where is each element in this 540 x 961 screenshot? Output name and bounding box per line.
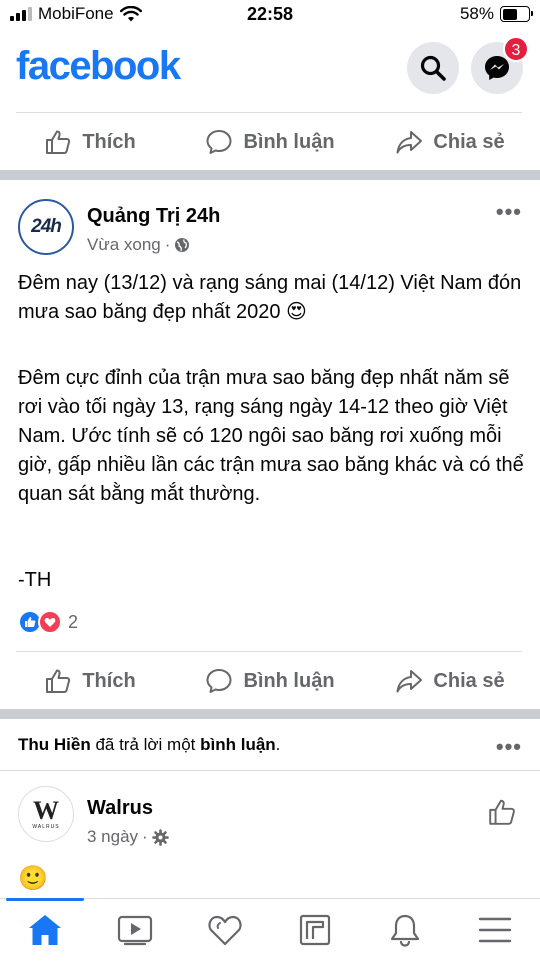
thumbs-up-icon [46,130,71,154]
video-icon [117,915,153,946]
share-icon [396,670,423,693]
bottom-tab-bar [0,898,540,961]
like-button[interactable]: Thích [0,653,180,709]
search-button[interactable] [407,42,459,94]
activity-notice[interactable]: Thu Hiền đã trả lời một bình luận. [18,735,280,755]
app-header: facebook 3 [0,36,540,112]
post-signature: -TH [18,569,52,591]
like-button[interactable]: Thích [0,114,180,170]
menu-icon [478,917,512,943]
status-bar: MobiFone 22:58 58% [0,0,540,32]
bell-icon [390,914,420,947]
post-time[interactable]: Vừa xong [87,235,161,255]
next-post-time[interactable]: 3 ngày [87,827,138,847]
notice-user[interactable]: Thu Hiền [18,735,91,754]
gear-icon [151,828,169,846]
post-meta: Vừa xong · [87,235,190,255]
flag-icon [299,914,331,946]
tab-menu[interactable] [450,899,540,961]
comment-button[interactable]: Bình luận [180,653,360,709]
reactions-summary[interactable]: 2 [18,610,78,634]
heart-icon [208,915,242,946]
page-name[interactable]: Quảng Trị 24h [87,205,220,228]
feed-separator [0,709,540,719]
next-page-name[interactable]: Walrus [87,797,153,820]
tab-dating[interactable] [180,899,270,961]
previous-post-action-bar: Thích Bình luận Chia sẻ [0,114,540,170]
post-paragraph-2: Đêm cực đỉnh của trận mưa sao băng đẹp n… [18,367,524,505]
globe-icon [175,238,190,252]
share-icon [396,131,423,154]
battery-icon [500,6,533,22]
notice-target[interactable]: bình luận [200,735,276,754]
facebook-logo[interactable]: facebook [16,44,181,89]
tab-watch[interactable] [90,899,180,961]
battery-percent: 58% [459,4,494,23]
walrus-avatar[interactable]: W WALRUS [18,786,74,842]
post-action-bar: Thích Bình luận Chia sẻ [0,653,540,709]
comment-button[interactable]: Bình luận [180,114,360,170]
messenger-button[interactable]: 3 [471,36,529,94]
thumbs-up-icon [46,669,71,693]
post-paragraph-1: Đêm nay (13/12) và rạng sáng mai (14/12)… [18,272,522,323]
comment-icon [206,130,232,154]
quick-like-button[interactable] [487,797,517,832]
share-button[interactable]: Chia sẻ [360,114,540,170]
next-post-emoji: 🙂 [18,865,48,892]
notice-more-options[interactable]: ••• [496,734,522,760]
tab-home[interactable] [0,898,90,961]
tab-notifications[interactable] [360,899,450,961]
page-avatar[interactable]: 24h [18,199,74,255]
feed-separator [0,170,540,180]
comment-icon [206,669,232,693]
post-more-options[interactable]: ••• [496,199,522,225]
notice-divider [0,770,540,771]
reaction-count: 2 [68,611,79,632]
tab-pages[interactable] [270,899,360,961]
facebook-feed-screen: MobiFone 22:58 58% facebook 3 Thích Bình… [0,0,540,961]
home-icon [29,915,61,945]
share-button[interactable]: Chia sẻ [360,653,540,709]
reactions-divider [16,651,522,652]
search-icon [420,55,446,81]
thumbs-up-icon [489,799,515,825]
header-divider [16,112,522,113]
next-post-meta: 3 ngày · [87,827,169,847]
messenger-badge: 3 [503,36,529,62]
love-reaction-icon [38,610,62,634]
